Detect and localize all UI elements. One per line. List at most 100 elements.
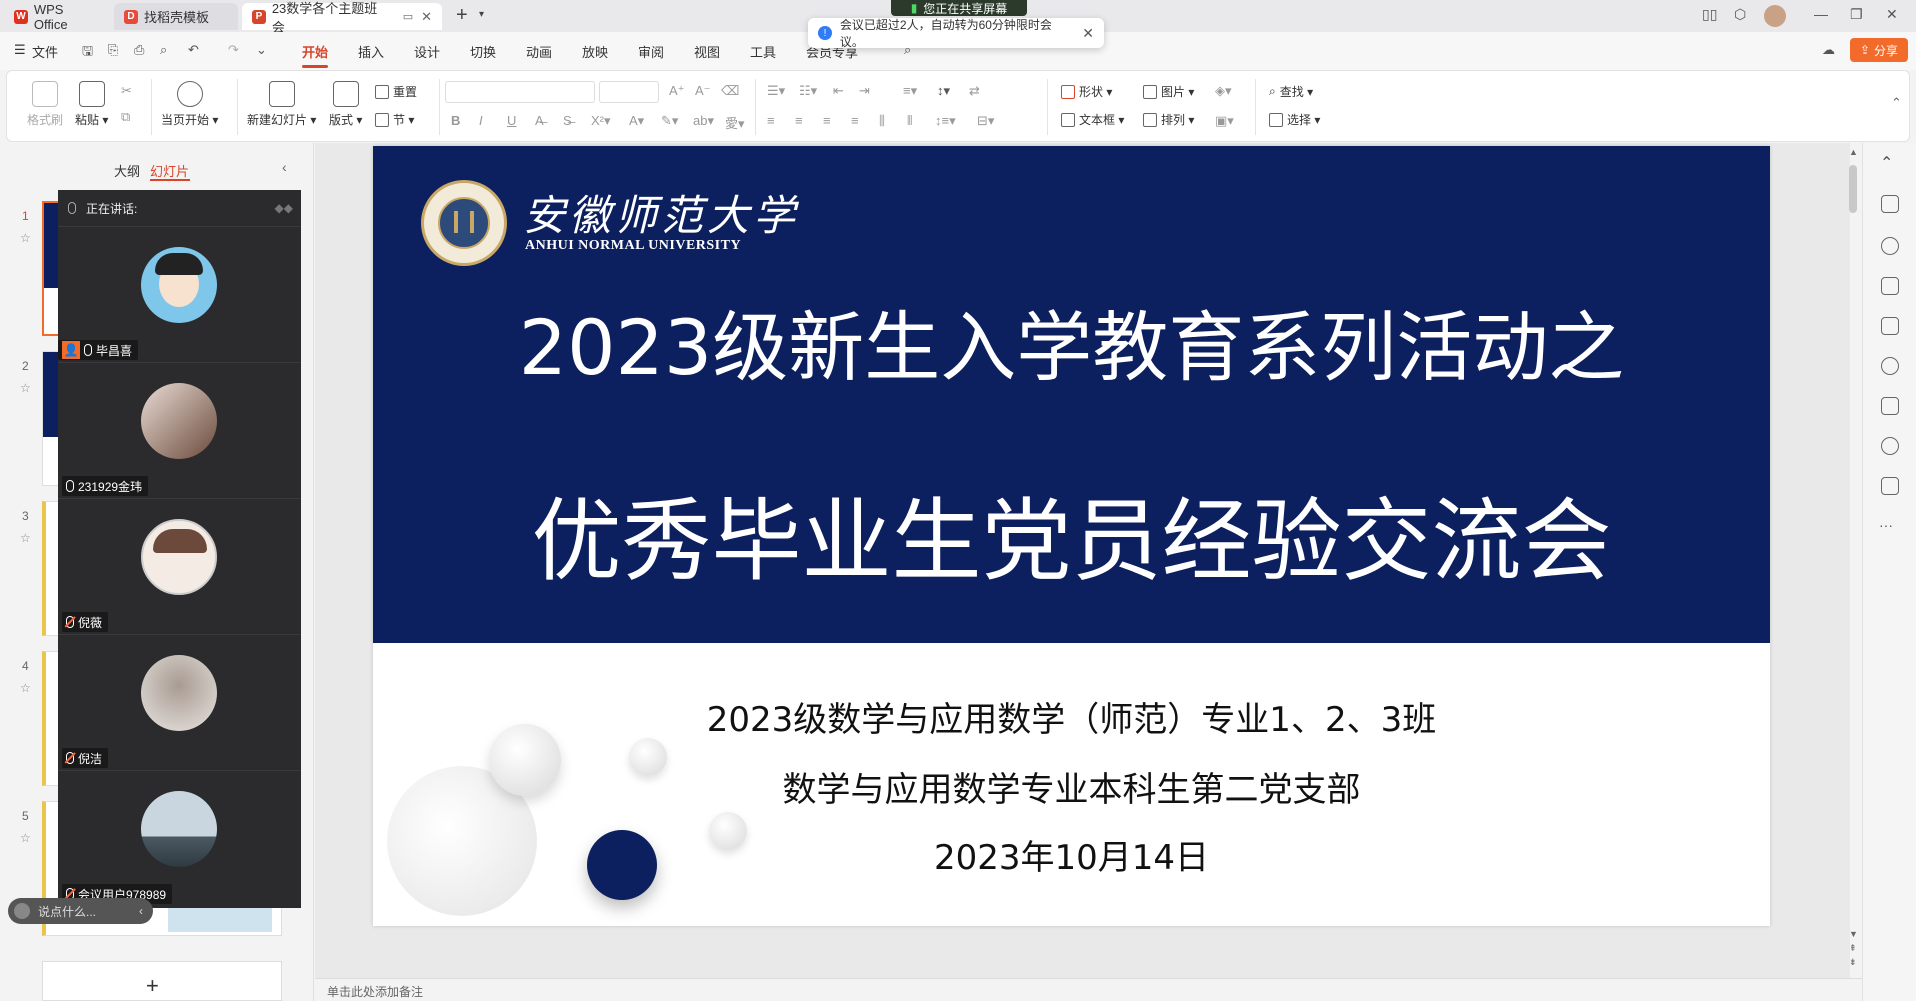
arrange-button[interactable]: 排列 ▾ [1143,111,1194,128]
strikethrough-icon[interactable]: A̶ [535,113,544,128]
increase-font-icon[interactable]: A⁺ [669,83,685,99]
find-button[interactable]: ⌕ 查找 ▾ [1269,83,1313,100]
star-icon[interactable] [1881,237,1899,255]
strike-s-icon[interactable]: S̶ [563,113,572,128]
menu-tools[interactable]: 工具 [750,42,776,61]
copy-layout-icon[interactable] [1881,277,1899,295]
superscript-icon[interactable]: X²▾ [591,113,611,129]
participant-tile[interactable]: 倪洁 [58,634,301,770]
cloud-icon[interactable]: ☁ [1822,42,1835,58]
tab-presentation[interactable]: P 23数学各个主题班会 ▭ ✕ [242,1,442,35]
tab-outline[interactable]: 大纲 [114,161,140,180]
star-icon[interactable]: ☆ [20,231,31,245]
char-spacing-icon[interactable]: ab▾ [693,113,714,129]
align-left-icon[interactable]: ≡ [767,113,775,128]
comment-input[interactable]: 说点什么... ‹ [8,898,153,924]
font-size-select[interactable] [599,81,659,103]
new-tab-icon[interactable]: + [456,4,468,27]
star-icon[interactable]: ☆ [20,381,31,395]
text-effect-icon[interactable]: 愛▾ [725,113,745,132]
menu-view[interactable]: 视图 [694,42,720,61]
layout-icon[interactable]: ▯▯ [1702,6,1717,23]
cut-icon[interactable]: ✂ [121,83,132,99]
align-right-icon[interactable]: ≡ [823,113,831,128]
star-icon[interactable]: ☆ [20,531,31,545]
outline-icon[interactable]: ▣▾ [1215,113,1234,129]
star-icon[interactable]: ☆ [20,831,31,845]
section-button[interactable]: 节 ▾ [375,111,414,128]
menu-insert[interactable]: 插入 [358,42,384,61]
avatar[interactable] [1764,5,1786,27]
bullet-list-icon[interactable]: ☰▾ [767,83,785,99]
scroll-down-icon[interactable]: ▼ [1849,929,1858,939]
share-button[interactable]: ⇪ 分享 [1850,38,1908,62]
align-center-icon[interactable]: ≡ [795,113,803,128]
more-icon[interactable]: ··· [1879,517,1893,533]
help-icon[interactable] [1881,437,1899,455]
collapse-ribbon-icon[interactable]: ⌃ [1891,95,1902,111]
chart-icon[interactable] [1881,317,1899,335]
indent-icon[interactable]: ⇥ [859,83,870,99]
participant-tile[interactable]: 👤 毕昌喜 [58,226,301,362]
book-icon[interactable] [1881,397,1899,415]
hamburger-icon[interactable]: ☰ [14,42,26,58]
assistant-icon[interactable] [1881,477,1899,495]
bold-icon[interactable]: B [451,113,460,128]
underline-icon[interactable]: U [507,113,516,128]
star-icon[interactable]: ☆ [20,681,31,695]
font-family-select[interactable] [445,81,595,103]
collapse-chevron-icon[interactable]: ‹ [139,904,143,918]
window-icon[interactable]: ▭ [403,10,413,23]
tab-slides[interactable]: 幻灯片 [150,161,189,180]
menu-review[interactable]: 审阅 [638,42,664,61]
close-window-icon[interactable]: ✕ [1886,6,1898,23]
decrease-font-icon[interactable]: A⁻ [695,83,711,99]
next-slide-icon[interactable]: ⇟ [1849,957,1857,968]
redo-icon[interactable]: ↷ [228,42,239,58]
shape-button[interactable]: 形状 ▾ [1061,83,1112,100]
prev-slide-icon[interactable]: ⇞ [1849,943,1857,954]
notes-pane[interactable]: 单击此处添加备注 [315,978,1862,1001]
menu-slideshow[interactable]: 放映 [582,42,608,61]
reset-button[interactable]: 重置 [375,83,417,100]
export-icon[interactable]: ⎘ [108,42,118,58]
participant-tile[interactable]: 231929金玮 [58,362,301,498]
close-notice-icon[interactable]: ✕ [1082,25,1094,42]
save-icon[interactable]: 🖫 [82,42,93,64]
scroll-thumb[interactable] [1849,165,1857,213]
close-tab-icon[interactable]: ✕ [421,9,432,25]
restore-icon[interactable]: ❐ [1850,6,1863,23]
new-slide-button[interactable]: 新建幻灯片 ▾ [247,81,316,128]
tab-docer[interactable]: D 找稻壳模板 [114,3,238,30]
pin-icon[interactable]: ⌃ [1880,153,1893,173]
menu-animation[interactable]: 动画 [526,42,552,61]
slide-thumbnail-6[interactable] [42,961,282,1001]
select-button[interactable]: 选择 ▾ [1269,111,1320,128]
line-spacing-icon[interactable]: ≡▾ [903,83,917,99]
textbox-button[interactable]: 文本框 ▾ [1061,111,1124,128]
convert-icon[interactable]: ⇄ [969,83,980,99]
undo-icon[interactable]: ↶ [188,42,199,58]
text-direction-icon[interactable]: ⊟▾ [977,113,994,129]
participant-tile[interactable]: 会议用户978989 [58,770,301,906]
paste-button[interactable]: 粘贴 ▾ [75,81,108,128]
minimize-icon[interactable]: — [1814,6,1828,22]
paragraph-spacing-icon[interactable]: ↕≡▾ [935,113,956,129]
layout-button[interactable]: 版式 ▾ [329,81,362,128]
font-color-icon[interactable]: A▾ [629,113,644,129]
play-from-current-button[interactable]: 当页开始 ▾ [161,81,218,128]
expand-icon[interactable]: ◆◆ [275,201,293,215]
cube-icon[interactable]: ⬡ [1734,6,1746,23]
numbered-list-icon[interactable]: ☷▾ [799,83,817,99]
add-slide-button[interactable]: + [146,973,159,999]
menu-home[interactable]: 开始 [302,42,328,61]
vertical-scrollbar[interactable]: ▲ ▼ ⇞ ⇟ [1846,143,1860,973]
fill-icon[interactable]: ◈▾ [1215,83,1232,99]
tab-wps-office[interactable]: W WPS Office [4,2,110,32]
collapse-panel-icon[interactable]: ‹ [282,159,287,175]
menu-transition[interactable]: 切换 [470,42,496,61]
highlight-icon[interactable]: ✎▾ [661,113,678,129]
column-icon[interactable]: ⫴ [907,113,912,129]
screen-sharing-banner[interactable]: ▮ 您正在共享屏幕 [891,0,1027,16]
menu-design[interactable]: 设计 [414,42,440,61]
